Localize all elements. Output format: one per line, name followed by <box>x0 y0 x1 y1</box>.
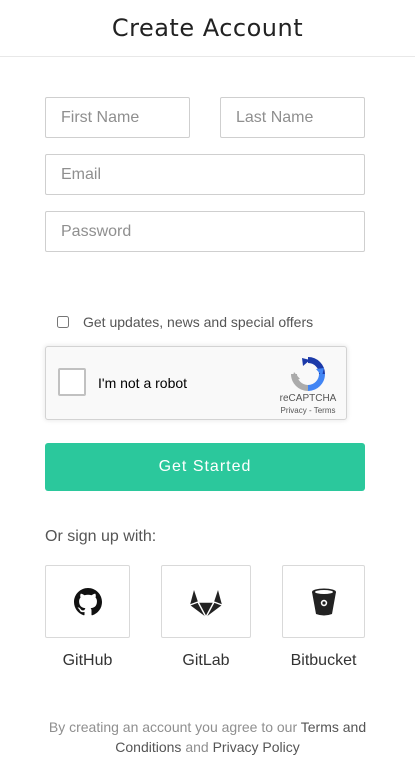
recaptcha-terms-link[interactable]: Terms <box>314 406 336 415</box>
github-signup-button[interactable] <box>45 565 130 638</box>
recaptcha-logo-icon <box>291 357 325 391</box>
gitlab-signup-button[interactable] <box>161 565 251 638</box>
github-label: GitHub <box>62 652 113 669</box>
recaptcha-links: Privacy - Terms <box>272 406 344 415</box>
recaptcha-checkbox[interactable] <box>58 368 86 396</box>
page-header: Create Account <box>0 0 415 57</box>
legal-conjunction: and <box>181 739 213 755</box>
updates-option[interactable]: Get updates, news and special offers <box>55 314 313 330</box>
social-heading: Or sign up with: <box>45 528 157 545</box>
password-input[interactable] <box>45 211 365 252</box>
updates-label: Get updates, news and special offers <box>83 314 314 330</box>
gitlab-label: GitLab <box>182 652 230 669</box>
updates-checkbox[interactable] <box>57 316 69 328</box>
recaptcha-widget: I'm not a robot reCAPTCHA Privacy - Term… <box>45 346 347 420</box>
recaptcha-brand: reCAPTCHA <box>279 393 337 404</box>
bitbucket-label: Bitbucket <box>290 652 357 669</box>
bitbucket-signup-button[interactable] <box>282 565 365 638</box>
github-icon <box>73 587 102 615</box>
legal-notice: By creating an account you agree to our … <box>40 717 375 757</box>
recaptcha-separator: - <box>306 406 314 415</box>
get-started-button[interactable]: Get Started <box>45 443 365 491</box>
gitlab-icon <box>189 589 223 617</box>
first-name-input[interactable] <box>45 97 190 138</box>
privacy-policy-link[interactable]: Privacy Policy <box>213 739 300 755</box>
bitbucket-icon <box>311 588 336 615</box>
recaptcha-label: I'm not a robot <box>98 375 188 391</box>
email-input[interactable] <box>45 154 365 195</box>
page-title: Create Account <box>111 14 304 42</box>
last-name-input[interactable] <box>220 97 365 138</box>
recaptcha-privacy-link[interactable]: Privacy <box>281 406 307 415</box>
legal-prefix: By creating an account you agree to our <box>48 719 301 735</box>
